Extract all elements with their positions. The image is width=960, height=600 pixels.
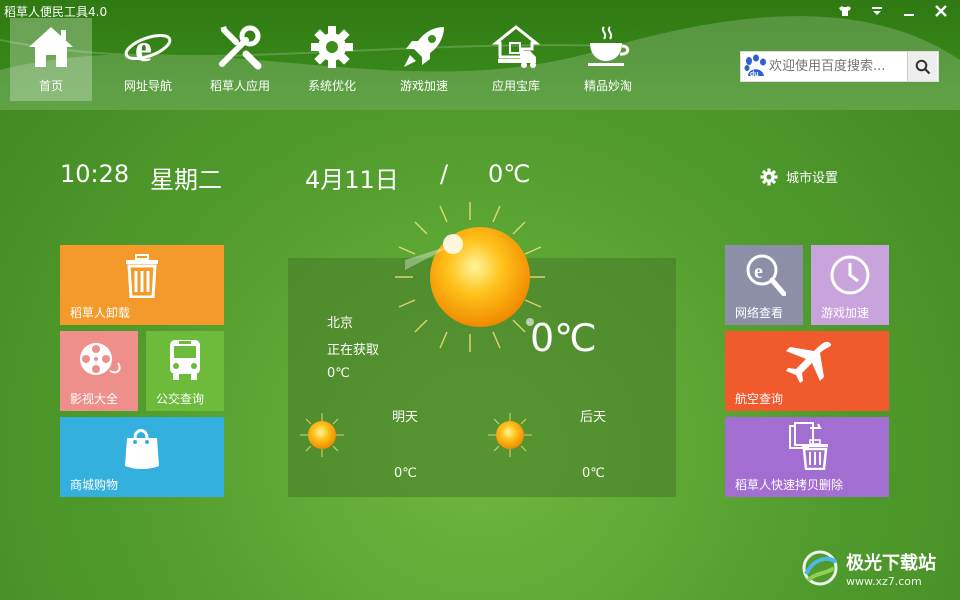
current-temp: 0℃ (488, 160, 531, 188)
nav-shopping[interactable]: 精品妙淘 (562, 18, 654, 101)
film-reel-icon (78, 339, 124, 383)
forecast-after-temp: 0℃ (582, 466, 605, 481)
tile-label: 稻草人卸载 (70, 306, 131, 320)
watermark-text: 极光下载站 (846, 552, 936, 574)
gear-icon (304, 21, 360, 73)
weather-city: 北京 (327, 316, 354, 331)
svg-text:e: e (754, 261, 763, 283)
skin-icon[interactable] (836, 2, 854, 20)
nav-label: 精品妙淘 (583, 79, 632, 93)
tile-label: 公交查询 (156, 392, 205, 406)
ie-browser-icon: e (120, 21, 176, 73)
svg-text:du: du (750, 71, 759, 78)
nav-app-store[interactable]: 应用宝库 (470, 18, 562, 101)
forecast-after-label: 后天 (580, 410, 607, 425)
watermark-url: www.xz7.com (846, 574, 922, 588)
nav-label: 网址导航 (123, 79, 172, 93)
xz7-logo-icon (802, 550, 838, 586)
nav-url-guide[interactable]: e 网址导航 (102, 18, 194, 101)
tile-copy-delete[interactable]: 稻草人快速拷贝删除 (725, 417, 889, 497)
gear-icon (760, 168, 778, 185)
weather-temp-small: 0℃ (327, 366, 350, 381)
tile-movies[interactable]: 影视大全 (60, 331, 138, 411)
current-time: 10:28 (60, 160, 130, 188)
tile-game-boost[interactable]: 游戏加速 (811, 245, 889, 325)
trash-icon (122, 253, 162, 299)
sun-icon (300, 413, 344, 457)
tile-flight[interactable]: 航空查询 (725, 331, 889, 411)
baidu-search-box: du (740, 51, 939, 82)
nav-label: 系统优化 (307, 79, 356, 93)
tile-label: 稻草人快速拷贝删除 (735, 478, 844, 492)
main-nav: 首页 e 网址导航 稻草人应用 系统优化 游戏加速 应用宝库 精品妙淘 (10, 18, 654, 101)
weather-status: 正在获取 (327, 343, 380, 358)
tile-label: 航空查询 (735, 392, 784, 406)
nav-optimize[interactable]: 系统优化 (286, 18, 378, 101)
nav-label: 稻草人应用 (209, 79, 270, 93)
tile-label: 网络查看 (735, 306, 784, 320)
search-icon (915, 59, 930, 74)
tile-label: 游戏加速 (821, 306, 870, 320)
tile-network-view[interactable]: e 网络查看 (725, 245, 803, 325)
rocket-icon (396, 21, 452, 73)
forecast-tomorrow-temp: 0℃ (394, 466, 417, 481)
tile-label: 影视大全 (70, 392, 119, 406)
clock-icon (827, 253, 873, 297)
bus-icon (166, 337, 204, 383)
sun-icon (395, 202, 545, 352)
window-controls (836, 2, 950, 20)
nav-game-boost[interactable]: 游戏加速 (378, 18, 470, 101)
tools-icon (212, 21, 268, 73)
weather-temp-big: 0℃ (530, 316, 597, 360)
svg-text:e: e (135, 28, 152, 70)
search-input[interactable] (769, 52, 907, 81)
nav-label: 应用宝库 (491, 79, 540, 93)
info-separator: / (440, 160, 449, 188)
nav-home[interactable]: 首页 (10, 18, 92, 101)
shopping-bag-icon (122, 423, 162, 471)
nav-label: 游戏加速 (399, 79, 448, 93)
sun-icon (488, 413, 532, 457)
close-icon[interactable] (932, 2, 950, 20)
weekday: 星期二 (150, 166, 222, 194)
tile-label: 商城购物 (70, 478, 119, 492)
magnifier-ie-icon: e (743, 251, 787, 297)
menu-dropdown-icon[interactable] (868, 2, 886, 20)
watermark: 极光下载站 www.xz7.com (800, 548, 936, 588)
city-setting-button[interactable]: 城市设置 (760, 167, 838, 186)
minimize-icon[interactable] (900, 2, 918, 20)
nav-label: 首页 (38, 79, 63, 93)
city-setting-label: 城市设置 (786, 171, 839, 186)
nav-app[interactable]: 稻草人应用 (194, 18, 286, 101)
copy-trash-icon (785, 421, 831, 471)
home-icon (23, 21, 79, 73)
forecast-tomorrow-label: 明天 (392, 410, 419, 425)
search-button[interactable] (907, 52, 937, 81)
airplane-icon (783, 337, 833, 385)
tile-shopping[interactable]: 商城购物 (60, 417, 224, 497)
date: 4月11日 (305, 166, 399, 194)
baidu-paw-icon: du (741, 52, 769, 81)
coffee-cup-icon (580, 21, 636, 73)
house-truck-icon (488, 21, 544, 73)
tile-bus[interactable]: 公交查询 (146, 331, 224, 411)
tile-uninstall[interactable]: 稻草人卸载 (60, 245, 224, 325)
